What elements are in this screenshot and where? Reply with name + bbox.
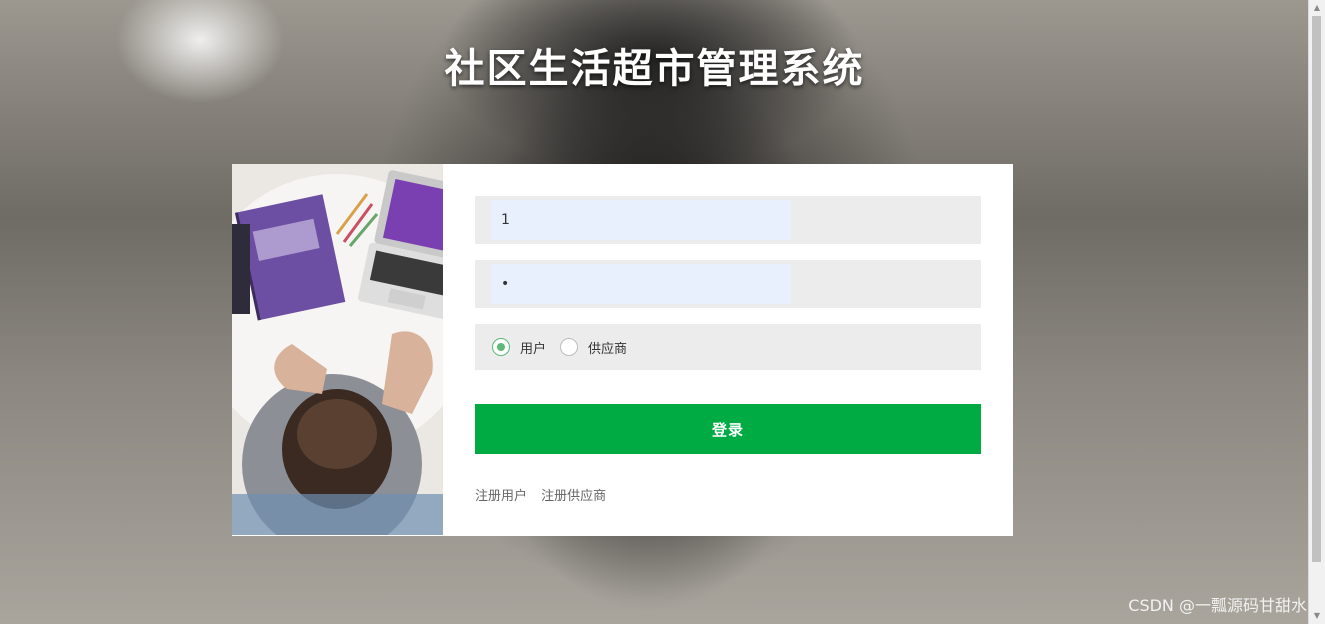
password-row <box>475 260 981 308</box>
login-button[interactable]: 登录 <box>475 404 981 454</box>
vertical-scrollbar[interactable]: ▲ ▼ <box>1308 0 1325 624</box>
username-input[interactable] <box>491 200 791 240</box>
role-selector: 用户 供应商 <box>475 324 981 370</box>
scrollbar-thumb[interactable] <box>1312 16 1321 562</box>
role-label-supplier: 供应商 <box>588 341 628 357</box>
username-row <box>475 196 981 244</box>
password-input[interactable] <box>491 264 791 304</box>
login-panel: 用户 供应商 登录 注册用户 注册供应商 <box>232 164 1013 536</box>
role-option-supplier[interactable]: 供应商 <box>560 338 627 357</box>
page-title: 社区生活超市管理系统 <box>444 46 865 92</box>
decorative-photo <box>232 164 443 535</box>
radio-supplier[interactable] <box>560 338 579 356</box>
register-supplier-link[interactable]: 注册供应商 <box>541 489 606 504</box>
role-option-user[interactable]: 用户 <box>492 338 546 357</box>
register-links: 注册用户 注册供应商 <box>475 485 981 504</box>
login-form: 用户 供应商 登录 注册用户 注册供应商 <box>475 196 981 504</box>
scroll-down-icon[interactable]: ▼ <box>1309 608 1325 624</box>
radio-user[interactable] <box>492 338 510 356</box>
register-user-link[interactable]: 注册用户 <box>475 489 527 504</box>
watermark: CSDN @一瓢源码甘甜水 <box>1128 596 1307 615</box>
desk-illustration <box>232 164 443 535</box>
role-label-user: 用户 <box>520 341 547 357</box>
scroll-up-icon[interactable]: ▲ <box>1309 0 1325 16</box>
